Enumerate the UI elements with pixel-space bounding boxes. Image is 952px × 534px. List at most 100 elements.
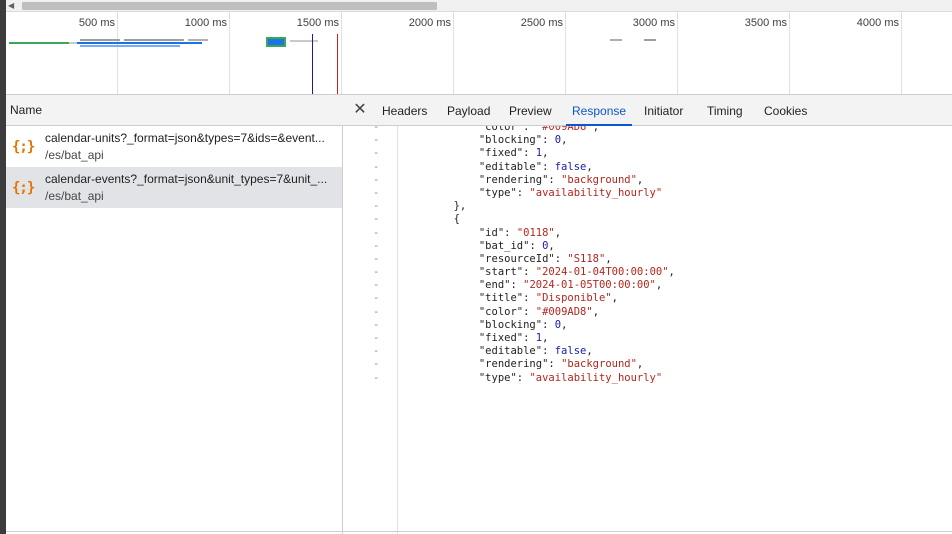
grid-line — [453, 12, 454, 94]
code-line: - "resourceId": "S118", — [343, 253, 952, 266]
code-text: "blocking": 0, — [478, 134, 568, 147]
collapse-dash-icon[interactable]: - — [373, 200, 379, 213]
response-code: - "color": "#009AD8", - "blocking": 0, - "… — [343, 126, 952, 385]
collapse-dash-icon[interactable]: - — [373, 358, 379, 371]
collapse-dash-icon[interactable]: - — [373, 134, 379, 147]
collapse-dash-icon[interactable]: - — [373, 306, 379, 319]
collapse-dash-icon[interactable]: - — [373, 213, 379, 226]
overview-scrollbar[interactable]: ◀ — [6, 0, 952, 12]
tab-timing[interactable]: Timing — [707, 95, 743, 126]
scrollbar-thumb[interactable] — [22, 2, 437, 10]
code-line: - "editable": false, — [343, 161, 952, 174]
code-text: "bat_id": 0, — [478, 239, 555, 252]
collapse-dash-icon[interactable]: - — [373, 126, 379, 134]
detail-tab-bar: ✕ Headers Payload Preview Response Initi… — [343, 95, 952, 126]
json-braces-icon: {;} — [12, 139, 35, 155]
code-text: "id": "0118", — [478, 226, 562, 239]
code-line: - "rendering": "background", — [343, 358, 952, 371]
code-text: "type": "availability_hourly" — [478, 371, 663, 384]
waterfall-bar — [188, 39, 208, 41]
tick-label: 3000 ms — [632, 17, 675, 29]
request-list: {;} calendar-units?_format=json&types=7&… — [6, 126, 343, 534]
waterfall-bar — [77, 42, 202, 44]
collapse-dash-icon[interactable]: - — [373, 319, 379, 332]
dom-content-loaded-marker — [312, 34, 313, 94]
tab-initiator[interactable]: Initiator — [644, 95, 683, 126]
collapse-dash-icon[interactable]: - — [373, 227, 379, 240]
code-line: - "color": "#009AD8", — [343, 306, 952, 319]
code-text: "editable": false, — [478, 160, 593, 173]
grid-line — [341, 12, 342, 94]
code-line: - "type": "availability_hourly" — [343, 372, 952, 385]
timeline-overview[interactable]: 500 ms 1000 ms 1500 ms 2000 ms 2500 ms 3… — [6, 12, 952, 95]
code-line: - "type": "availability_hourly" — [343, 187, 952, 200]
tab-headers[interactable]: Headers — [382, 95, 427, 126]
name-header-label: Name — [10, 103, 43, 117]
code-text: "fixed": 1, — [478, 147, 549, 160]
code-text: "type": "availability_hourly" — [478, 186, 663, 199]
tick-label: 2500 ms — [520, 17, 563, 29]
tick-label: 1500 ms — [296, 17, 339, 29]
collapse-dash-icon[interactable]: - — [373, 240, 379, 253]
json-braces-icon: {;} — [12, 180, 35, 196]
request-path: /es/bat_api — [45, 148, 104, 162]
code-text: "rendering": "background", — [478, 358, 644, 371]
collapse-dash-icon[interactable]: - — [373, 174, 379, 187]
bottom-divider — [6, 531, 952, 532]
code-line: - "blocking": 0, — [343, 319, 952, 332]
tick-label: 3500 ms — [744, 17, 787, 29]
code-text: "resourceId": "S118", — [478, 252, 612, 265]
name-column-header[interactable]: Name — [6, 95, 343, 126]
waterfall-bar — [644, 39, 656, 41]
collapse-dash-icon[interactable]: - — [373, 187, 379, 200]
collapse-dash-icon[interactable]: - — [373, 332, 379, 345]
scroll-left-arrow-icon[interactable]: ◀ — [8, 1, 18, 11]
waterfall-bar — [290, 40, 318, 42]
code-text: }, — [403, 200, 467, 213]
collapse-dash-icon[interactable]: - — [373, 292, 379, 305]
code-line: - "id": "0118", — [343, 227, 952, 240]
grid-line — [229, 12, 230, 94]
code-text: "start": "2024-01-04T00:00:00", — [478, 266, 675, 279]
collapse-dash-icon[interactable]: - — [373, 253, 379, 266]
code-text: { — [403, 213, 460, 226]
waterfall-bar — [9, 42, 69, 44]
response-viewer[interactable]: - "color": "#009AD8", - "blocking": 0, - "… — [343, 126, 952, 534]
code-text: "title": "Disponible", — [478, 292, 618, 305]
collapse-dash-icon[interactable]: - — [373, 372, 379, 385]
tab-response[interactable]: Response — [565, 95, 633, 126]
grid-line — [565, 12, 566, 94]
code-line: - "end": "2024-01-05T00:00:00", — [343, 279, 952, 292]
collapse-dash-icon[interactable]: - — [373, 266, 379, 279]
load-event-marker — [337, 34, 338, 94]
code-text: "fixed": 1, — [478, 332, 549, 344]
code-text: "color": "#009AD8", — [478, 126, 600, 133]
code-line: - }, — [343, 200, 952, 213]
tab-payload[interactable]: Payload — [447, 95, 490, 126]
collapse-dash-icon[interactable]: - — [373, 161, 379, 174]
code-line: - "bat_id": 0, — [343, 240, 952, 253]
request-row-selected[interactable]: {;} calendar-events?_format=json&unit_ty… — [6, 167, 342, 208]
collapse-dash-icon[interactable]: - — [373, 147, 379, 160]
request-row[interactable]: {;} calendar-units?_format=json&types=7&… — [6, 126, 342, 167]
waterfall-bar — [80, 39, 120, 41]
close-icon[interactable]: ✕ — [351, 101, 369, 119]
request-path: /es/bat_api — [45, 189, 104, 203]
code-line: - "title": "Disponible", — [343, 292, 952, 305]
code-text: "rendering": "background", — [478, 173, 644, 186]
code-line: - "color": "#009AD8", — [343, 126, 952, 134]
code-line: - "fixed": 1, — [343, 332, 952, 345]
code-line: - "editable": false, — [343, 345, 952, 358]
tab-cookies[interactable]: Cookies — [764, 95, 807, 126]
grid-line — [901, 12, 902, 94]
collapse-dash-icon[interactable]: - — [373, 345, 379, 358]
code-text: "color": "#009AD8", — [478, 305, 600, 318]
tab-preview[interactable]: Preview — [509, 95, 552, 126]
waterfall-bar — [610, 39, 622, 41]
code-line: - { — [343, 213, 952, 226]
tick-label: 2000 ms — [408, 17, 451, 29]
tick-label: 4000 ms — [856, 17, 899, 29]
collapse-dash-icon[interactable]: - — [373, 279, 379, 292]
code-text: "end": "2024-01-05T00:00:00", — [478, 279, 663, 292]
code-line: - "blocking": 0, — [343, 134, 952, 147]
